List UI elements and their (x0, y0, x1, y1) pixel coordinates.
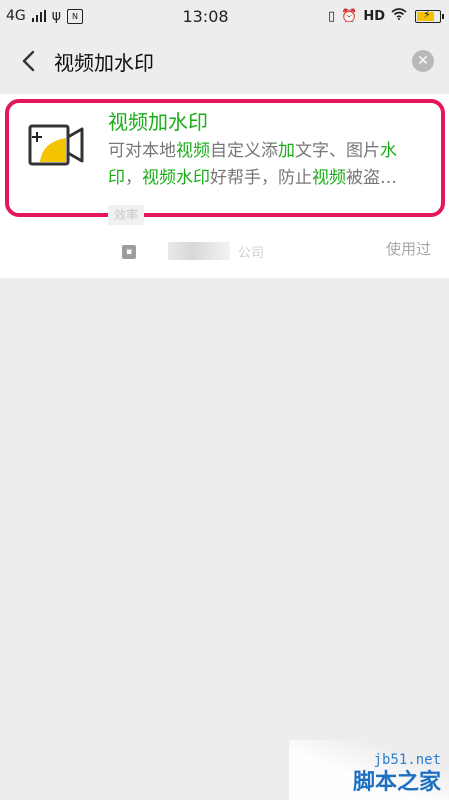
search-input[interactable]: 视频加水印 (54, 47, 412, 76)
wifi-icon (391, 8, 407, 24)
vibrate-icon: ▯ (327, 8, 336, 24)
desc-highlight: 水 (380, 141, 397, 161)
watermark: jb51.net 脚本之家 (289, 740, 449, 800)
status-right: ▯ ⏰ HD ⚡ (328, 8, 449, 24)
clear-search-button[interactable]: ✕ (412, 50, 434, 72)
search-result-card[interactable]: 视频加水印 可对本地视频自定义添加文字、图片水 印，视频水印好帮手，防止视频被盗… (0, 94, 449, 278)
desc-highlight: 水印 (176, 168, 210, 188)
nfc-icon: N (67, 8, 84, 24)
category-tag: 效率 (108, 205, 145, 225)
hd-label: HD (363, 8, 385, 24)
desc-line-2: 印，视频水印好帮手，防止视频被盗… (108, 165, 430, 192)
used-label: 使用过 (385, 240, 431, 258)
desc-text: 自定义添 (210, 141, 278, 161)
signal-icon (31, 10, 46, 22)
desc-text: 文字、图片 (295, 141, 380, 161)
desc-highlight: 印 (108, 168, 125, 188)
result-title[interactable]: 视频加水印 (108, 106, 208, 135)
clock: 13:08 (182, 6, 229, 26)
desc-text: ， (125, 168, 142, 188)
desc-text: 可对本地 (108, 141, 176, 161)
alarm-icon: ⏰ (341, 8, 358, 24)
desc-highlight: 视频 (312, 168, 346, 188)
status-left: 4G ψ N (0, 8, 84, 24)
battery-icon: ⚡ (414, 8, 444, 23)
watermark-name: 脚本之家 (352, 770, 441, 795)
result-description: 可对本地视频自定义添加文字、图片水 印，视频水印好帮手，防止视频被盗… (108, 138, 430, 192)
desc-text: 好帮手，防止 (210, 168, 312, 188)
video-camera-icon (28, 124, 84, 166)
blurred-developer-name (168, 242, 230, 260)
close-icon: ✕ (417, 53, 429, 69)
desc-text: 被盗… (346, 168, 397, 188)
mini-program-icon: ▪ (122, 245, 136, 259)
back-button[interactable] (6, 39, 50, 83)
desc-line-1: 可对本地视频自定义添加文字、图片水 (108, 138, 430, 165)
desc-highlight: 视频 (176, 141, 210, 161)
network-label: 4G (6, 8, 26, 24)
desc-highlight: 视频 (142, 168, 176, 188)
chevron-left-icon (22, 50, 35, 72)
developer-company: 公司 (238, 246, 265, 261)
usb-icon: ψ (51, 8, 62, 24)
desc-highlight: 加 (278, 141, 295, 161)
status-bar: 4G ψ N 13:08 ▯ ⏰ HD ⚡ (0, 0, 449, 32)
search-bar: 视频加水印 ✕ (0, 32, 449, 90)
